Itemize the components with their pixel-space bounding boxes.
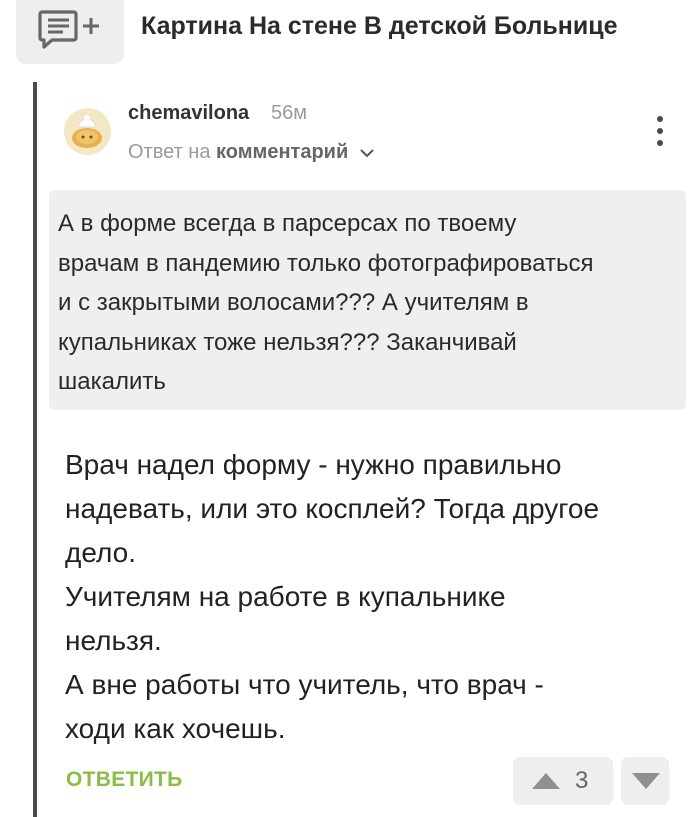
more-dot xyxy=(657,116,663,122)
avatar-image xyxy=(72,115,102,148)
add-comment-button[interactable] xyxy=(16,0,124,64)
comment-add-icon xyxy=(38,10,99,49)
chevron-down-icon xyxy=(360,149,374,158)
upvote-icon xyxy=(532,773,560,789)
comment-time[interactable]: 56м xyxy=(271,102,307,125)
comment-text: Врач надел форму - нужно правильно надев… xyxy=(65,449,600,744)
downvote-button[interactable] xyxy=(621,757,669,805)
downvote-icon xyxy=(632,773,660,789)
reply-button[interactable]: ОТВЕТИТЬ xyxy=(66,768,183,792)
avatar[interactable] xyxy=(64,108,111,155)
more-dot xyxy=(657,128,663,134)
reply-to-target[interactable]: комментарий xyxy=(216,141,348,163)
post-title[interactable]: Картина На стене В детской Больнице xyxy=(141,12,618,41)
rating-count: 3 xyxy=(575,767,589,794)
post-header: Картина На стене В детской Больнице xyxy=(0,0,700,64)
more-dot xyxy=(657,140,663,146)
reply-to[interactable]: Ответ на комментарий xyxy=(128,141,374,164)
quoted-comment: А в форме всегда в парсерсах по твоему в… xyxy=(49,190,686,410)
comment-author[interactable]: chemavilona xyxy=(128,102,249,125)
reply-to-prefix: Ответ на xyxy=(128,141,211,163)
upvote-button[interactable]: 3 xyxy=(513,757,613,805)
thread-line[interactable] xyxy=(33,82,37,817)
more-options-button[interactable] xyxy=(650,114,670,148)
